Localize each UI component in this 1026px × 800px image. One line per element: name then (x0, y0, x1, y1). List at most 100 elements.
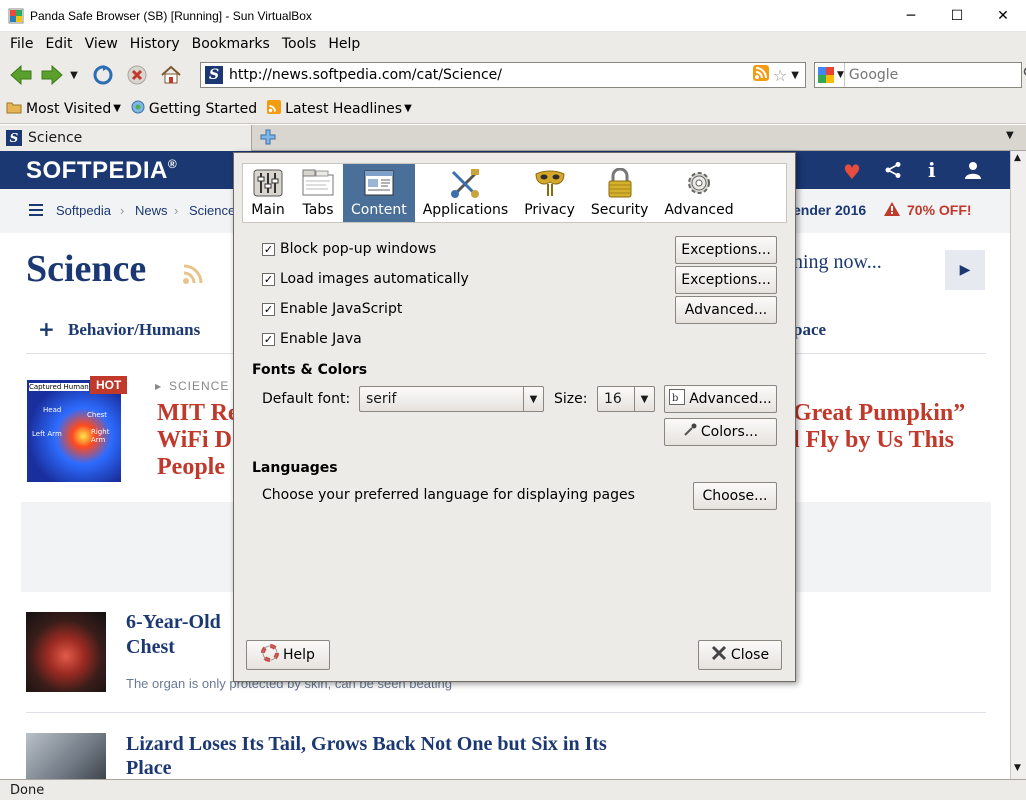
search-input[interactable] (844, 67, 1023, 83)
fonts-advanced-button[interactable]: b Advanced... (664, 385, 777, 413)
checkbox-box[interactable]: ✓ (262, 332, 275, 346)
featured-article-title-line[interactable]: l Fly by Us This (793, 427, 954, 454)
article-title-line[interactable]: 6-Year-Old (126, 611, 221, 634)
default-font-label: Default font: (262, 391, 351, 407)
rss-feed-icon[interactable] (752, 65, 769, 85)
pane-content[interactable]: Content (343, 164, 415, 222)
page-title: Science (26, 248, 147, 290)
minimize-button[interactable]: ─ (888, 0, 934, 32)
checkbox-box[interactable]: ✓ (262, 302, 275, 316)
menu-help[interactable]: Help (322, 36, 366, 52)
article-title-line[interactable]: Lizard Loses Its Tail, Grows Back Not On… (126, 733, 607, 756)
help-button[interactable]: Help (246, 640, 330, 670)
reload-icon[interactable] (86, 62, 120, 88)
page-scrollbar[interactable]: ▲ ▼ (1010, 151, 1026, 779)
menu-bookmarks[interactable]: Bookmarks (186, 36, 276, 52)
user-icon[interactable] (964, 161, 982, 183)
image-caption: Captured Human (29, 383, 89, 391)
enable-javascript-checkbox[interactable]: ✓ Enable JavaScript (262, 301, 402, 317)
featured-article-title-line[interactable]: MIT Re (157, 400, 239, 427)
default-font-select[interactable]: serif ▼ (359, 386, 544, 412)
rss-feed-icon[interactable] (182, 263, 204, 289)
block-popups-checkbox[interactable]: ✓ Block pop-up windows (262, 241, 436, 257)
info-icon[interactable]: i (928, 158, 936, 182)
colors-button[interactable]: Colors... (664, 418, 777, 446)
heart-icon[interactable]: ♥ (843, 160, 861, 184)
search-bar[interactable]: ▼ (814, 62, 1026, 88)
featured-article-title-line[interactable]: WiFi D (157, 427, 232, 454)
promo-discount-text[interactable]: 70% OFF! (907, 202, 972, 218)
forward-arrow-icon[interactable] (38, 62, 66, 88)
breadcrumb-news[interactable]: News (135, 203, 168, 218)
softpedia-favicon: S (6, 130, 22, 146)
url-text[interactable]: http://news.softpedia.com/cat/Science/ (229, 67, 753, 83)
heart-article-thumbnail[interactable] (26, 612, 106, 692)
content-icon (362, 168, 396, 198)
choose-language-button[interactable]: Choose... (693, 482, 777, 510)
bookmark-getting-started[interactable]: Getting Started (131, 100, 257, 118)
pane-applications[interactable]: Applications (415, 164, 517, 222)
google-engine-icon[interactable]: ▼ (815, 63, 845, 87)
breadcrumb-separator: › (120, 203, 125, 218)
home-icon[interactable] (154, 62, 188, 88)
menu-view[interactable]: View (79, 36, 124, 52)
tab-science[interactable]: S Science (0, 125, 252, 151)
breadcrumb-science[interactable]: Science (189, 203, 235, 218)
scroll-up-icon[interactable]: ▲ (1014, 153, 1021, 163)
menu-file[interactable]: File (4, 36, 39, 52)
new-tab-icon[interactable] (260, 129, 276, 149)
images-exceptions-button[interactable]: Exceptions... (675, 266, 777, 294)
pane-security[interactable]: Security (583, 164, 657, 222)
pane-main[interactable]: Main (243, 164, 293, 222)
checkbox-box[interactable]: ✓ (262, 272, 275, 286)
back-arrow-icon[interactable] (4, 62, 38, 88)
bookmark-star-icon[interactable]: ☆ (773, 66, 787, 85)
pane-advanced[interactable]: Advanced (656, 164, 741, 222)
history-dropdown-icon[interactable]: ▼ (66, 62, 82, 88)
trending-text[interactable]: ning now... (793, 251, 882, 274)
share-icon[interactable] (884, 161, 902, 183)
bookmark-most-visited[interactable]: Most Visited ▼ (6, 100, 121, 118)
maximize-button[interactable]: ☐ (934, 0, 980, 32)
carousel-next-button[interactable]: ▶ (945, 250, 985, 290)
checkbox-label: Enable Java (280, 331, 362, 347)
plus-icon[interactable]: + (38, 317, 55, 341)
menu-tools[interactable]: Tools (276, 36, 323, 52)
url-bar[interactable]: S http://news.softpedia.com/cat/Science/… (200, 62, 806, 88)
page-icon (131, 100, 145, 118)
featured-article-title-line[interactable]: People (157, 454, 225, 481)
preferences-dialog: Main Tabs Content Applications Privacy S… (233, 152, 796, 682)
close-dialog-button[interactable]: Close (698, 640, 782, 670)
section-label[interactable]: SCIENCE (169, 379, 229, 393)
article-title-line[interactable]: Place (126, 757, 172, 779)
article-title-line[interactable]: Chest (126, 636, 175, 659)
category-behavior-humans[interactable]: Behavior/Humans (68, 320, 200, 340)
font-size-select[interactable]: 16 ▼ (597, 386, 655, 412)
pane-tabs[interactable]: Tabs (293, 164, 343, 222)
heatmap-thumbnail[interactable]: Captured Human Head Chest Left Arm Right… (27, 380, 121, 482)
category-space[interactable]: pace (793, 320, 826, 340)
softpedia-logo[interactable]: SOFTPEDIA® (26, 157, 177, 185)
breadcrumb-softpedia[interactable]: Softpedia (56, 203, 111, 218)
pane-label: Security (590, 202, 649, 218)
chevron-down-icon: ▼ (523, 387, 543, 411)
scroll-down-icon[interactable]: ▼ (1014, 763, 1021, 773)
lizard-article-thumbnail[interactable] (26, 733, 106, 779)
close-window-button[interactable]: ✕ (980, 0, 1026, 32)
javascript-advanced-button[interactable]: Advanced... (675, 296, 777, 324)
stop-icon[interactable] (120, 62, 154, 88)
button-label: Advanced... (689, 391, 772, 407)
hamburger-menu-icon[interactable] (29, 204, 43, 220)
featured-article-title-line[interactable]: Great Pumpkin” (793, 400, 965, 427)
load-images-checkbox[interactable]: ✓ Load images automatically (262, 271, 469, 287)
enable-java-checkbox[interactable]: ✓ Enable Java (262, 331, 362, 347)
pane-privacy[interactable]: Privacy (516, 164, 583, 222)
url-dropdown-icon[interactable]: ▼ (791, 70, 799, 81)
menu-edit[interactable]: Edit (39, 36, 78, 52)
popup-exceptions-button[interactable]: Exceptions... (675, 236, 777, 264)
virtualbox-app-icon (8, 8, 24, 24)
bookmark-latest-headlines[interactable]: Latest Headlines ▼ (267, 99, 412, 118)
tab-list-icon[interactable]: ▼ (1006, 130, 1014, 141)
checkbox-box[interactable]: ✓ (262, 242, 275, 256)
menu-history[interactable]: History (124, 36, 186, 52)
